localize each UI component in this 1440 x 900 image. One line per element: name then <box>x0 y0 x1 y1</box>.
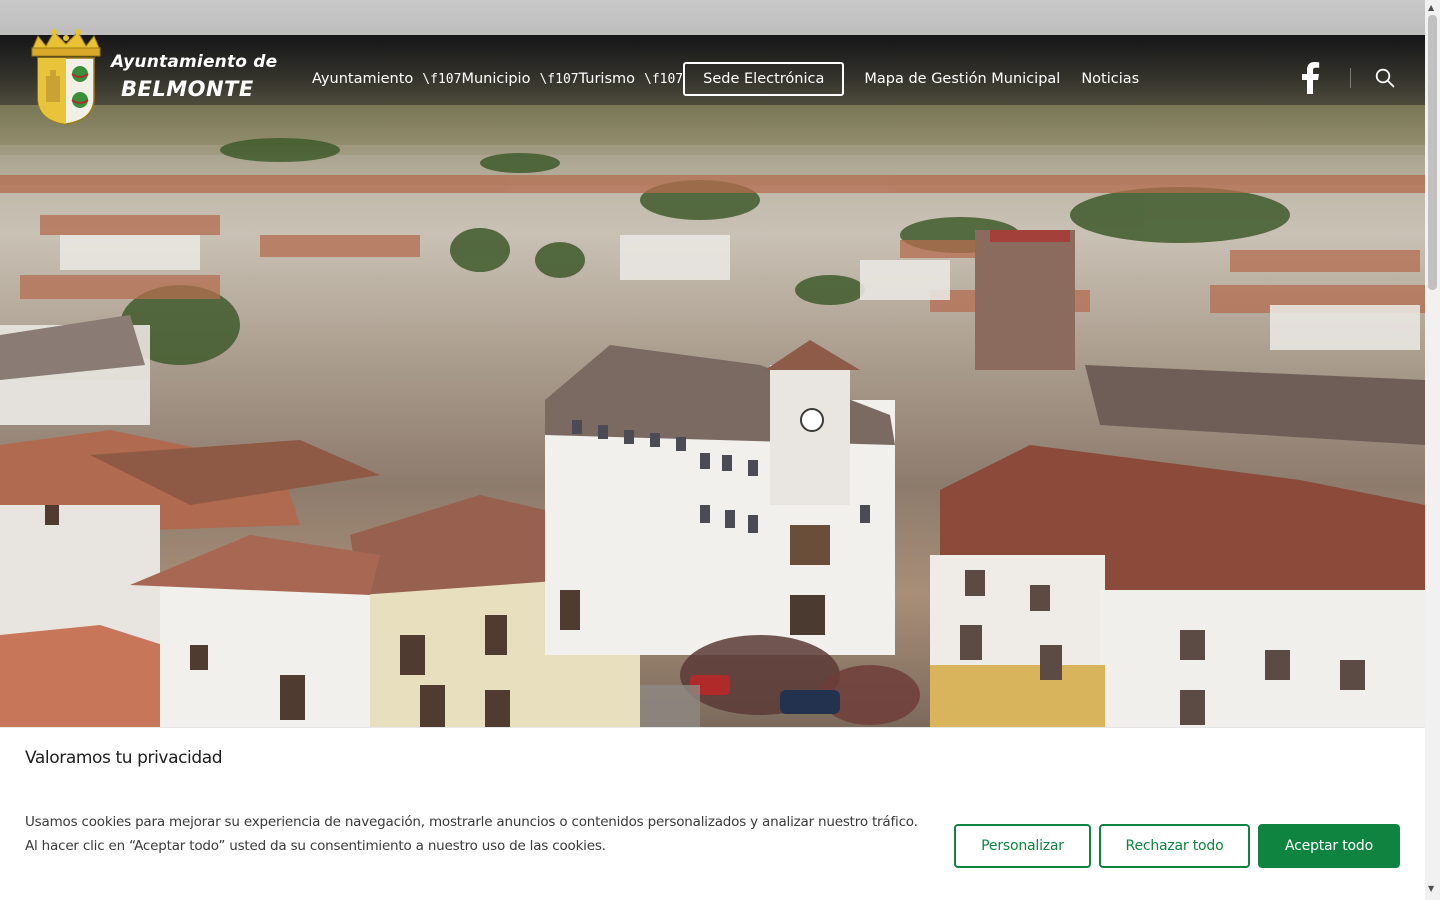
accept-all-cookies-button[interactable]: Aceptar todo <box>1258 824 1400 868</box>
nav-item-noticias[interactable]: Noticias <box>1081 71 1139 87</box>
coat-of-arms-icon <box>31 29 101 125</box>
logo-title-line2: BELMONTE <box>121 77 254 101</box>
hero-illustration <box>0 105 1425 727</box>
header-divider <box>1350 68 1351 88</box>
scroll-down-arrow-icon[interactable]: ▼ <box>1428 884 1434 893</box>
cookie-banner-text: Usamos cookies para mejorar su experienc… <box>25 814 918 854</box>
search-icon[interactable] <box>1375 68 1395 88</box>
hero-image <box>0 35 1425 727</box>
cookie-banner-title: Valoramos tu privacidad <box>25 748 223 768</box>
main-nav: Ayuntamiento \f107 Municipio \f107 Turis… <box>312 62 1139 96</box>
sede-electronica-button[interactable]: Sede Electrónica <box>683 62 845 96</box>
nav-caret-ayuntamiento[interactable]: \f107 <box>422 72 461 87</box>
nav-item-turismo[interactable]: Turismo <box>579 71 635 87</box>
facebook-icon[interactable] <box>1300 62 1320 94</box>
nav-item-mapa[interactable]: Mapa de Gestión Municipal <box>864 71 1060 87</box>
reject-all-cookies-button[interactable]: Rechazar todo <box>1099 824 1250 868</box>
customize-cookies-button[interactable]: Personalizar <box>954 824 1091 868</box>
nav-item-municipio[interactable]: Municipio <box>461 71 530 87</box>
cookie-banner: Valoramos tu privacidad Usamos cookies p… <box>0 727 1425 900</box>
scroll-up-arrow-icon[interactable]: ▲ <box>1428 3 1434 12</box>
logo-title-line1: Ayuntamiento de <box>111 52 278 72</box>
scrollbar-thumb[interactable] <box>1428 15 1437 290</box>
nav-item-ayuntamiento[interactable]: Ayuntamiento <box>312 71 413 87</box>
nav-caret-turismo[interactable]: \f107 <box>644 72 683 87</box>
nav-caret-municipio[interactable]: \f107 <box>539 72 578 87</box>
